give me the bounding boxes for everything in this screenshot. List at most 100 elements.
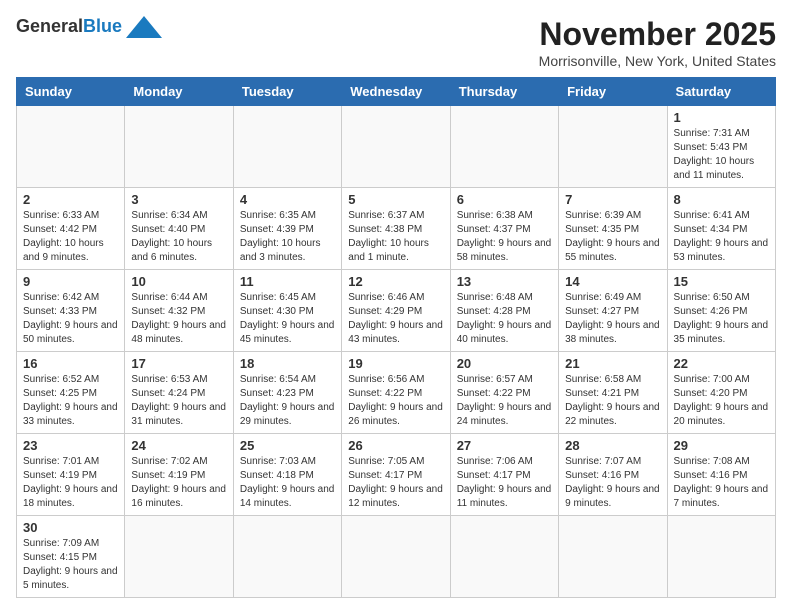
- calendar-cell: [125, 106, 233, 188]
- day-number: 1: [674, 110, 769, 125]
- calendar-cell: [342, 516, 450, 598]
- calendar-cell: 29 Sunrise: 7:08 AM Sunset: 4:16 PM Dayli…: [667, 434, 775, 516]
- calendar-cell: [342, 106, 450, 188]
- calendar-cell: 6 Sunrise: 6:38 AM Sunset: 4:37 PM Daylig…: [450, 188, 558, 270]
- day-number: 28: [565, 438, 660, 453]
- calendar-cell: [125, 516, 233, 598]
- day-info: Sunrise: 6:33 AM Sunset: 4:42 PM Dayligh…: [23, 209, 118, 265]
- calendar-cell: 8 Sunrise: 6:41 AM Sunset: 4:34 PM Daylig…: [667, 188, 775, 270]
- calendar-week-3: 9 Sunrise: 6:42 AM Sunset: 4:33 PM Daylig…: [17, 270, 776, 352]
- calendar-cell: [450, 516, 558, 598]
- calendar-cell: 27 Sunrise: 7:06 AM Sunset: 4:17 PM Dayli…: [450, 434, 558, 516]
- day-number: 12: [348, 274, 443, 289]
- day-number: 25: [240, 438, 335, 453]
- day-number: 27: [457, 438, 552, 453]
- day-number: 26: [348, 438, 443, 453]
- day-number: 8: [674, 192, 769, 207]
- col-wednesday: Wednesday: [342, 78, 450, 106]
- day-info: Sunrise: 6:57 AM Sunset: 4:22 PM Dayligh…: [457, 373, 552, 429]
- day-number: 21: [565, 356, 660, 371]
- day-number: 10: [131, 274, 226, 289]
- day-info: Sunrise: 6:38 AM Sunset: 4:37 PM Dayligh…: [457, 209, 552, 265]
- calendar-cell: 12 Sunrise: 6:46 AM Sunset: 4:29 PM Dayli…: [342, 270, 450, 352]
- day-number: 6: [457, 192, 552, 207]
- day-info: Sunrise: 6:37 AM Sunset: 4:38 PM Dayligh…: [348, 209, 443, 265]
- day-info: Sunrise: 6:35 AM Sunset: 4:39 PM Dayligh…: [240, 209, 335, 265]
- day-info: Sunrise: 6:58 AM Sunset: 4:21 PM Dayligh…: [565, 373, 660, 429]
- calendar-cell: [559, 516, 667, 598]
- day-info: Sunrise: 6:44 AM Sunset: 4:32 PM Dayligh…: [131, 291, 226, 347]
- day-info: Sunrise: 7:06 AM Sunset: 4:17 PM Dayligh…: [457, 455, 552, 511]
- day-info: Sunrise: 7:05 AM Sunset: 4:17 PM Dayligh…: [348, 455, 443, 511]
- day-info: Sunrise: 6:56 AM Sunset: 4:22 PM Dayligh…: [348, 373, 443, 429]
- logo-icon: [126, 16, 162, 38]
- day-info: Sunrise: 7:03 AM Sunset: 4:18 PM Dayligh…: [240, 455, 335, 511]
- calendar-cell: [17, 106, 125, 188]
- logo: GeneralBlue: [16, 16, 162, 38]
- day-info: Sunrise: 7:31 AM Sunset: 5:43 PM Dayligh…: [674, 127, 769, 183]
- calendar-week-2: 2 Sunrise: 6:33 AM Sunset: 4:42 PM Daylig…: [17, 188, 776, 270]
- calendar-cell: 13Sunrise: 6:48 AM Sunset: 4:28 PM Dayli…: [450, 270, 558, 352]
- day-number: 14: [565, 274, 660, 289]
- logo-text: GeneralBlue: [16, 17, 122, 37]
- calendar-week-4: 16Sunrise: 6:52 AM Sunset: 4:25 PM Dayli…: [17, 352, 776, 434]
- col-tuesday: Tuesday: [233, 78, 341, 106]
- calendar-cell: 11 Sunrise: 6:45 AM Sunset: 4:30 PM Dayli…: [233, 270, 341, 352]
- title-area: November 2025 Morrisonville, New York, U…: [539, 16, 776, 69]
- day-info: Sunrise: 6:39 AM Sunset: 4:35 PM Dayligh…: [565, 209, 660, 265]
- calendar-cell: 16Sunrise: 6:52 AM Sunset: 4:25 PM Dayli…: [17, 352, 125, 434]
- day-number: 13: [457, 274, 552, 289]
- calendar-cell: 18Sunrise: 6:54 AM Sunset: 4:23 PM Dayli…: [233, 352, 341, 434]
- calendar-cell: 14 Sunrise: 6:49 AM Sunset: 4:27 PM Dayli…: [559, 270, 667, 352]
- calendar-cell: 19 Sunrise: 6:56 AM Sunset: 4:22 PM Dayli…: [342, 352, 450, 434]
- day-info: Sunrise: 6:34 AM Sunset: 4:40 PM Dayligh…: [131, 209, 226, 265]
- day-number: 24: [131, 438, 226, 453]
- day-number: 19: [348, 356, 443, 371]
- day-info: Sunrise: 6:50 AM Sunset: 4:26 PM Dayligh…: [674, 291, 769, 347]
- calendar-cell: 5 Sunrise: 6:37 AM Sunset: 4:38 PM Daylig…: [342, 188, 450, 270]
- page-header: GeneralBlue November 2025 Morrisonville,…: [16, 16, 776, 69]
- calendar-table: Sunday Monday Tuesday Wednesday Thursday…: [16, 77, 776, 598]
- day-info: Sunrise: 6:45 AM Sunset: 4:30 PM Dayligh…: [240, 291, 335, 347]
- calendar-cell: 10 Sunrise: 6:44 AM Sunset: 4:32 PM Dayli…: [125, 270, 233, 352]
- col-monday: Monday: [125, 78, 233, 106]
- day-number: 5: [348, 192, 443, 207]
- day-number: 9: [23, 274, 118, 289]
- day-number: 16: [23, 356, 118, 371]
- day-info: Sunrise: 7:00 AM Sunset: 4:20 PM Dayligh…: [674, 373, 769, 429]
- calendar-cell: [233, 106, 341, 188]
- day-number: 18: [240, 356, 335, 371]
- day-number: 17: [131, 356, 226, 371]
- col-saturday: Saturday: [667, 78, 775, 106]
- day-info: Sunrise: 6:42 AM Sunset: 4:33 PM Dayligh…: [23, 291, 118, 347]
- day-info: Sunrise: 7:08 AM Sunset: 4:16 PM Dayligh…: [674, 455, 769, 511]
- day-info: Sunrise: 6:46 AM Sunset: 4:29 PM Dayligh…: [348, 291, 443, 347]
- day-number: 2: [23, 192, 118, 207]
- calendar-cell: 23Sunrise: 7:01 AM Sunset: 4:19 PM Dayli…: [17, 434, 125, 516]
- day-info: Sunrise: 7:07 AM Sunset: 4:16 PM Dayligh…: [565, 455, 660, 511]
- logo-blue-text: Blue: [83, 16, 122, 36]
- calendar-week-6: 30 Sunrise: 7:09 AM Sunset: 4:15 PM Dayli…: [17, 516, 776, 598]
- day-number: 30: [23, 520, 118, 535]
- calendar-cell: 9 Sunrise: 6:42 AM Sunset: 4:33 PM Daylig…: [17, 270, 125, 352]
- day-number: 29: [674, 438, 769, 453]
- calendar-cell: 4 Sunrise: 6:35 AM Sunset: 4:39 PM Daylig…: [233, 188, 341, 270]
- day-number: 4: [240, 192, 335, 207]
- day-number: 3: [131, 192, 226, 207]
- calendar-cell: 7Sunrise: 6:39 AM Sunset: 4:35 PM Daylig…: [559, 188, 667, 270]
- calendar-cell: 30 Sunrise: 7:09 AM Sunset: 4:15 PM Dayli…: [17, 516, 125, 598]
- col-friday: Friday: [559, 78, 667, 106]
- calendar-cell: 24Sunrise: 7:02 AM Sunset: 4:19 PM Dayli…: [125, 434, 233, 516]
- location: Morrisonville, New York, United States: [539, 53, 776, 69]
- day-number: 23: [23, 438, 118, 453]
- day-info: Sunrise: 7:09 AM Sunset: 4:15 PM Dayligh…: [23, 537, 118, 593]
- col-sunday: Sunday: [17, 78, 125, 106]
- day-info: Sunrise: 6:49 AM Sunset: 4:27 PM Dayligh…: [565, 291, 660, 347]
- calendar-week-1: 1 Sunrise: 7:31 AM Sunset: 5:43 PM Daylig…: [17, 106, 776, 188]
- calendar-cell: 1 Sunrise: 7:31 AM Sunset: 5:43 PM Daylig…: [667, 106, 775, 188]
- day-number: 11: [240, 274, 335, 289]
- calendar-cell: 20Sunrise: 6:57 AM Sunset: 4:22 PM Dayli…: [450, 352, 558, 434]
- day-info: Sunrise: 6:53 AM Sunset: 4:24 PM Dayligh…: [131, 373, 226, 429]
- calendar-cell: 2 Sunrise: 6:33 AM Sunset: 4:42 PM Daylig…: [17, 188, 125, 270]
- day-info: Sunrise: 6:41 AM Sunset: 4:34 PM Dayligh…: [674, 209, 769, 265]
